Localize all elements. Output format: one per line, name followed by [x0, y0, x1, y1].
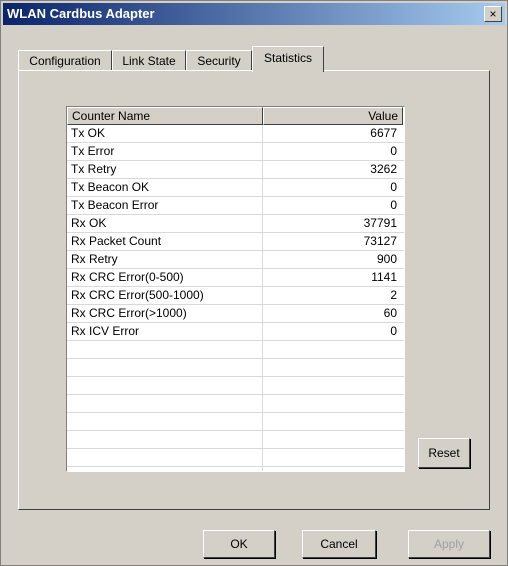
apply-button[interactable]: Apply	[408, 530, 490, 558]
table-row[interactable]: Rx OK 37791	[67, 215, 404, 233]
table-row[interactable]: Rx CRC Error(500-1000) 2	[67, 287, 404, 305]
counter-value: 60	[383, 306, 397, 320]
table-row[interactable]	[67, 377, 404, 395]
counter-name: Rx OK	[71, 216, 107, 230]
table-row[interactable]: Tx OK 6677	[67, 125, 404, 143]
ok-button[interactable]: OK	[203, 530, 275, 558]
table-row[interactable]	[67, 359, 404, 377]
column-header-counter-name[interactable]: Counter Name	[67, 107, 263, 125]
statistics-list[interactable]: Counter Name Value Tx OK 6677 Tx Error 0 Tx …	[66, 106, 405, 472]
counter-name: Rx Packet Count	[71, 234, 162, 248]
table-row[interactable]: Tx Beacon Error 0	[67, 197, 404, 215]
counter-value: 2	[390, 288, 397, 302]
table-row[interactable]	[67, 449, 404, 467]
table-row[interactable]: Rx Retry 900	[67, 251, 404, 269]
counter-name: Rx Retry	[71, 252, 118, 266]
counter-value: 37791	[363, 216, 397, 230]
table-row[interactable]	[67, 395, 404, 413]
counter-value: 0	[390, 198, 397, 212]
counter-value: 6677	[370, 126, 397, 140]
table-row[interactable]: Rx Packet Count 73127	[67, 233, 404, 251]
table-row[interactable]	[67, 341, 404, 359]
table-row[interactable]: Tx Error 0	[67, 143, 404, 161]
table-row[interactable]: Tx Beacon OK 0	[67, 179, 404, 197]
title-bar: WLAN Cardbus Adapter ×	[3, 3, 505, 25]
close-button[interactable]: ×	[484, 6, 502, 22]
counter-name: Rx ICV Error	[71, 324, 140, 338]
table-row[interactable]	[67, 413, 404, 431]
counter-name: Rx CRC Error(>1000)	[71, 306, 187, 320]
counter-value: 900	[376, 252, 397, 266]
counter-name: Rx CRC Error(500-1000)	[71, 288, 204, 302]
counter-value: 0	[390, 180, 397, 194]
table-row[interactable]	[67, 467, 404, 471]
tab-security[interactable]: Security	[186, 50, 252, 71]
table-row[interactable]: Rx ICV Error 0	[67, 323, 404, 341]
cancel-button[interactable]: Cancel	[302, 530, 376, 558]
counter-name: Tx Beacon OK	[71, 180, 150, 194]
counter-name: Tx Error	[71, 144, 115, 158]
reset-button[interactable]: Reset	[418, 438, 470, 468]
table-row[interactable]: Tx Retry 3262	[67, 161, 404, 179]
counter-value: 0	[390, 144, 397, 158]
window-title: WLAN Cardbus Adapter	[7, 6, 155, 21]
counter-name: Tx Beacon Error	[71, 198, 159, 212]
table-row[interactable]	[67, 431, 404, 449]
column-divider	[262, 125, 263, 471]
counter-value: 1141	[371, 270, 397, 284]
tab-configuration[interactable]: Configuration	[18, 50, 112, 71]
tab-statistics[interactable]: Statistics	[252, 46, 324, 72]
counter-name: Rx CRC Error(0-500)	[71, 270, 184, 284]
counter-value: 0	[390, 324, 397, 338]
column-header-value[interactable]: Value	[263, 107, 403, 125]
list-header: Counter Name Value	[67, 107, 404, 125]
table-row[interactable]: Rx CRC Error(>1000) 60	[67, 305, 404, 323]
counter-value: 73127	[363, 234, 397, 248]
tab-link-state[interactable]: Link State	[112, 50, 186, 71]
counter-name: Tx OK	[71, 126, 106, 140]
counter-name: Tx Retry	[71, 162, 117, 176]
counter-value: 3262	[370, 162, 397, 176]
table-row[interactable]: Rx CRC Error(0-500) 1141	[67, 269, 404, 287]
